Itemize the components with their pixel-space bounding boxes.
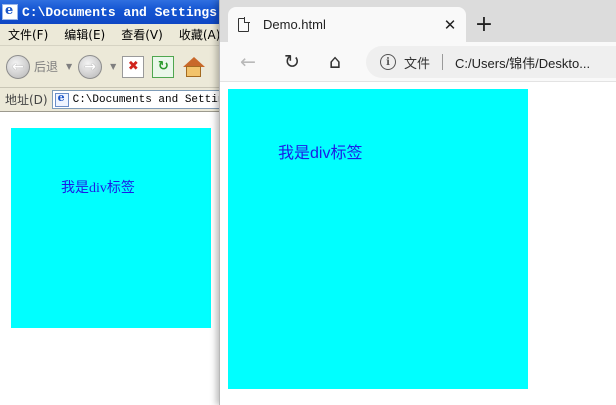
ie-toolbar: ← 后退 ▼ → ▼ ✖ ↻	[0, 46, 222, 88]
address-value: C:\Documents and Settings	[72, 93, 222, 106]
navigation-bar: ← ↻ ⌂ i 文件 C:/Users/锦伟/Deskto...	[220, 42, 616, 82]
stop-icon[interactable]: ✖	[122, 55, 145, 78]
back-arrow-icon[interactable]: ←	[6, 54, 30, 79]
tab-demo[interactable]: Demo.html ✕	[228, 7, 466, 42]
info-icon[interactable]: i	[380, 54, 396, 70]
close-icon[interactable]: ✕	[440, 15, 460, 35]
document-icon	[238, 16, 250, 32]
edge-page-content: 我是div标签	[220, 83, 616, 405]
page-icon	[54, 91, 69, 107]
menu-edit[interactable]: 编辑(E)	[64, 26, 105, 43]
back-dropdown-icon[interactable]: ▼	[66, 62, 72, 71]
back-button-label[interactable]: 后退	[34, 58, 58, 75]
address-bar[interactable]: i 文件 C:/Users/锦伟/Deskto...	[366, 46, 616, 78]
tab-title: Demo.html	[263, 17, 326, 32]
cyan-div-box: 我是div标签	[11, 128, 211, 328]
home-icon[interactable]	[182, 56, 206, 78]
tab-strip: Demo.html ✕ +	[220, 0, 616, 42]
ie-page-icon	[2, 3, 18, 20]
separator	[442, 54, 444, 70]
ie-browser-window: C:\Documents and Settings 文件(F) 编辑(E) 查看…	[0, 0, 222, 405]
cyan-div-box: 我是div标签	[228, 89, 528, 389]
url-text: C:/Users/锦伟/Deskto...	[455, 55, 591, 71]
refresh-icon[interactable]: ↻	[152, 55, 175, 78]
div-label: 我是div标签	[278, 145, 363, 162]
menu-file[interactable]: 文件(F)	[8, 26, 48, 43]
menu-view[interactable]: 查看(V)	[121, 26, 163, 43]
file-scheme-label: 文件	[404, 55, 431, 71]
forward-arrow-icon[interactable]: →	[78, 54, 103, 79]
ie-addressbar: 地址(D) C:\Documents and Settings	[0, 88, 222, 112]
forward-dropdown-icon[interactable]: ▼	[110, 62, 116, 71]
address-input[interactable]: C:\Documents and Settings	[51, 90, 222, 109]
ie-window-title: C:\Documents and Settings	[22, 4, 218, 20]
refresh-icon[interactable]: ↻	[278, 48, 306, 76]
home-icon[interactable]: ⌂	[321, 48, 349, 76]
div-label: 我是div标签	[61, 181, 135, 196]
ie-menubar: 文件(F) 编辑(E) 查看(V) 收藏(A)	[0, 24, 222, 46]
ie-page-content: 我是div标签	[0, 113, 222, 405]
ie-titlebar[interactable]: C:\Documents and Settings	[0, 0, 222, 24]
address-label: 地址(D)	[5, 93, 48, 107]
menu-favorites[interactable]: 收藏(A)	[179, 26, 221, 43]
edge-browser-window: Demo.html ✕ + ← ↻ ⌂ i 文件 C:/Users/锦伟/Des…	[219, 0, 616, 405]
new-tab-icon[interactable]: +	[472, 12, 496, 37]
back-arrow-icon[interactable]: ←	[234, 48, 262, 76]
